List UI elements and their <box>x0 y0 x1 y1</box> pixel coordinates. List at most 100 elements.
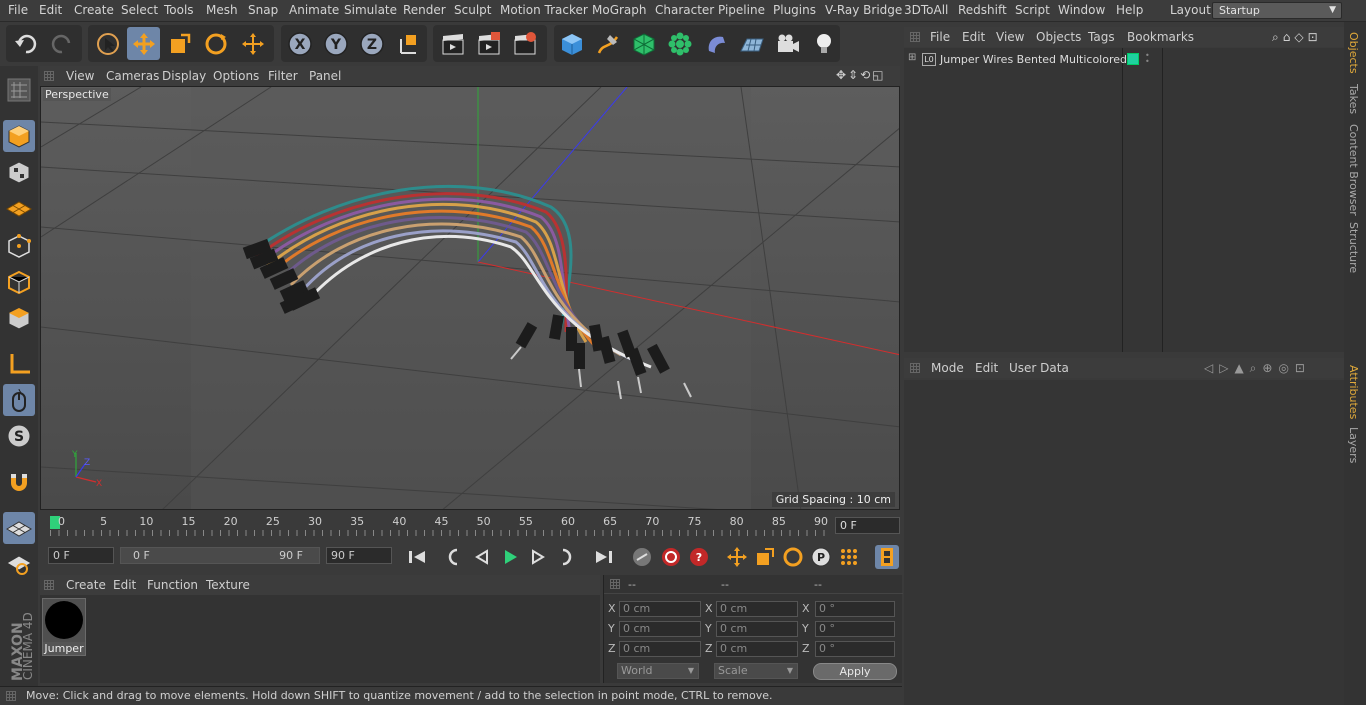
rotate-tool-button[interactable] <box>199 27 232 60</box>
polygons-mode-button[interactable] <box>3 302 35 334</box>
solo-button[interactable]: S <box>3 420 35 452</box>
previous-key-button[interactable] <box>442 545 466 569</box>
deformer-button[interactable] <box>699 27 732 60</box>
tab-attributes[interactable]: Attributes <box>1347 365 1360 419</box>
camera-button[interactable] <box>771 27 804 60</box>
x-axis-button[interactable]: X <box>283 27 316 60</box>
floor-button[interactable] <box>735 27 768 60</box>
obj-menu-view[interactable]: View <box>996 30 1024 44</box>
vp-menu-view[interactable]: View <box>66 69 94 83</box>
autokey-button[interactable]: ? <box>687 545 711 569</box>
object-list[interactable]: ⊞ L0 Jumper Wires Bented Multicolored • • <box>904 48 1344 352</box>
cube-button[interactable] <box>555 27 588 60</box>
coord-rot-field[interactable]: 0 ° <box>815 621 895 637</box>
layout-select[interactable]: Startup ▼ <box>1212 2 1342 19</box>
undo-button[interactable] <box>9 27 42 60</box>
tweak-mode-button[interactable] <box>3 384 35 416</box>
attr-menu-mode[interactable]: Mode <box>931 361 964 375</box>
y-axis-button[interactable]: Y <box>319 27 352 60</box>
menu-pipeline[interactable]: Pipeline <box>718 3 765 17</box>
coord-rot-field[interactable]: 0 ° <box>815 601 895 617</box>
key-position-button[interactable] <box>725 545 749 569</box>
vp-menu-cameras[interactable]: Cameras <box>106 69 159 83</box>
workplane-button[interactable] <box>3 192 35 224</box>
attr-manager-tool-icons[interactable]: ◁▷▲⌕⊕◎⊡ <box>1204 361 1311 376</box>
menu-edit[interactable]: Edit <box>39 3 62 17</box>
object-row[interactable]: ⊞ L0 Jumper Wires Bented Multicolored • • <box>904 50 1344 70</box>
model-mode-button[interactable] <box>3 120 35 152</box>
menu-3dtoall[interactable]: 3DToAll <box>904 3 948 17</box>
mat-menu-texture[interactable]: Texture <box>206 578 250 592</box>
menu-mesh[interactable]: Mesh <box>206 3 238 17</box>
tab-objects[interactable]: Objects <box>1347 32 1360 74</box>
tab-takes[interactable]: Takes <box>1347 84 1360 114</box>
current-frame-field[interactable]: 0 F <box>835 517 900 534</box>
edges-mode-button[interactable] <box>3 266 35 298</box>
menu-vray-bridge[interactable]: V-Ray Bridge <box>825 3 902 17</box>
menu-motion-tracker[interactable]: Motion Tracker <box>500 3 588 17</box>
motion-path-button[interactable] <box>630 545 654 569</box>
lock-workplane-button[interactable] <box>3 512 35 544</box>
menu-select[interactable]: Select <box>121 3 158 17</box>
menu-animate[interactable]: Animate <box>289 3 339 17</box>
menu-redshift[interactable]: Redshift <box>958 3 1007 17</box>
render-settings-button[interactable] <box>508 27 541 60</box>
frame-range-slider[interactable]: 0 F 90 F <box>120 547 320 564</box>
coord-pos-field[interactable]: 0 cm <box>619 601 701 617</box>
vp-menu-display[interactable]: Display <box>162 69 206 83</box>
object-name[interactable]: Jumper Wires Bented Multicolored <box>940 53 1127 66</box>
move-tool-button[interactable] <box>127 27 160 60</box>
tab-content-browser[interactable]: Content Browser <box>1347 124 1360 216</box>
menu-window[interactable]: Window <box>1058 3 1105 17</box>
menu-help[interactable]: Help <box>1116 3 1143 17</box>
end-frame-field[interactable]: 90 F <box>326 547 392 564</box>
mat-menu-create[interactable]: Create <box>66 578 106 592</box>
play-button[interactable] <box>498 545 522 569</box>
coord-size-field[interactable]: 0 cm <box>716 601 798 617</box>
vp-menu-filter[interactable]: Filter <box>268 69 298 83</box>
menu-character[interactable]: Character <box>655 3 714 17</box>
points-mode-button[interactable] <box>3 230 35 262</box>
key-rotation-button[interactable] <box>781 545 805 569</box>
key-parameter-button[interactable]: P <box>809 545 833 569</box>
key-scale-button[interactable] <box>753 545 777 569</box>
obj-manager-tool-icons[interactable]: ⌕⌂◇⊡ <box>1272 30 1322 45</box>
menu-tools[interactable]: Tools <box>164 3 194 17</box>
start-frame-field[interactable]: 0 F <box>48 547 114 564</box>
menu-sculpt[interactable]: Sculpt <box>454 3 491 17</box>
coord-pos-field[interactable]: 0 cm <box>619 641 701 657</box>
next-key-button[interactable] <box>554 545 578 569</box>
coord-scale-select[interactable]: Scale ▼ <box>714 663 798 679</box>
go-to-start-button[interactable] <box>405 545 429 569</box>
mat-menu-edit[interactable]: Edit <box>113 578 136 592</box>
subdivision-button[interactable] <box>627 27 660 60</box>
scale-tool-button[interactable] <box>163 27 196 60</box>
material-area[interactable] <box>40 595 600 683</box>
make-editable-button[interactable] <box>3 74 35 106</box>
key-pla-button[interactable] <box>837 545 861 569</box>
render-view-button[interactable] <box>436 27 469 60</box>
obj-menu-file[interactable]: File <box>930 30 950 44</box>
z-axis-button[interactable]: Z <box>355 27 388 60</box>
coord-size-field[interactable]: 0 cm <box>716 621 798 637</box>
tab-layers[interactable]: Layers <box>1347 427 1360 463</box>
planar-workplane-button[interactable] <box>3 548 35 580</box>
attr-menu-user-data[interactable]: User Data <box>1009 361 1069 375</box>
coord-mode-select[interactable]: World ▼ <box>617 663 699 679</box>
mat-menu-function[interactable]: Function <box>147 578 198 592</box>
menu-render[interactable]: Render <box>403 3 446 17</box>
timeline-button[interactable] <box>875 545 899 569</box>
menu-create[interactable]: Create <box>74 3 114 17</box>
expand-icon[interactable]: ⊞ <box>908 52 916 63</box>
coordinate-system-button[interactable] <box>392 27 425 60</box>
obj-menu-edit[interactable]: Edit <box>962 30 985 44</box>
material-swatch[interactable]: Jumper <box>42 598 86 656</box>
next-frame-button[interactable] <box>526 545 550 569</box>
coord-size-field[interactable]: 0 cm <box>716 641 798 657</box>
transform-tool-button[interactable] <box>236 27 269 60</box>
layer-color-tag[interactable] <box>1127 53 1139 65</box>
record-button[interactable] <box>659 545 683 569</box>
menu-file[interactable]: File <box>8 3 28 17</box>
pen-spline-button[interactable] <box>591 27 624 60</box>
menu-snap[interactable]: Snap <box>248 3 278 17</box>
